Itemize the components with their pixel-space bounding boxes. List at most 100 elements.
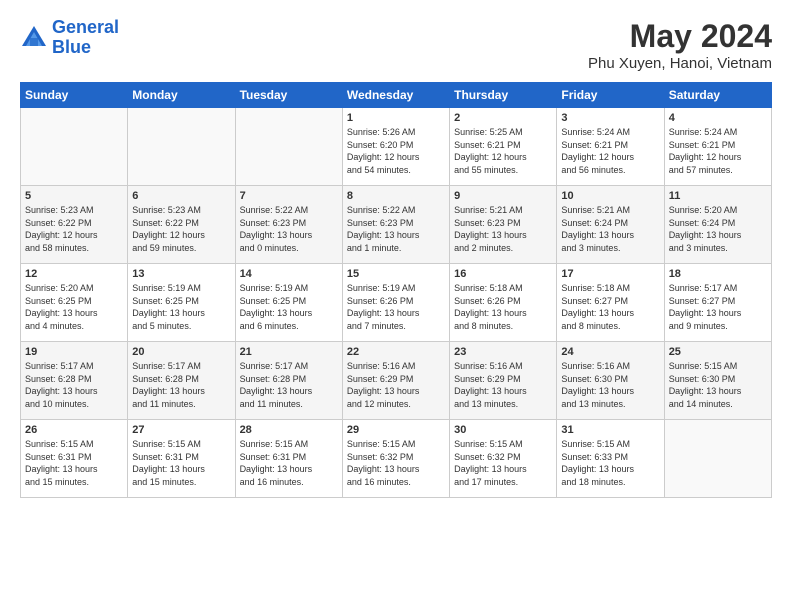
day-number: 4 [669,112,767,124]
calendar-cell: 6 Sunrise: 5:23 AM Sunset: 6:22 PM Daylig… [128,186,235,264]
day-info: Sunrise: 5:18 AM Sunset: 6:26 PM Dayligh… [454,282,552,332]
calendar-cell: 10 Sunrise: 5:21 AM Sunset: 6:24 PM Dayli… [557,186,664,264]
col-header-wednesday: Wednesday [342,83,449,108]
calendar-cell: 15 Sunrise: 5:19 AM Sunset: 6:26 PM Dayli… [342,264,449,342]
day-number: 9 [454,190,552,202]
day-number: 3 [561,112,659,124]
day-info: Sunrise: 5:16 AM Sunset: 6:29 PM Dayligh… [347,360,445,410]
col-header-sunday: Sunday [21,83,128,108]
calendar-cell: 29 Sunrise: 5:15 AM Sunset: 6:32 PM Dayli… [342,420,449,498]
calendar-cell [235,108,342,186]
day-number: 15 [347,268,445,280]
day-info: Sunrise: 5:22 AM Sunset: 6:23 PM Dayligh… [347,204,445,254]
col-header-saturday: Saturday [664,83,771,108]
header: General Blue May 2024 Phu Xuyen, Hanoi, … [20,18,772,72]
day-number: 26 [25,424,123,436]
day-info: Sunrise: 5:24 AM Sunset: 6:21 PM Dayligh… [669,126,767,176]
calendar-table: SundayMondayTuesdayWednesdayThursdayFrid… [20,82,772,498]
day-info: Sunrise: 5:23 AM Sunset: 6:22 PM Dayligh… [25,204,123,254]
week-row-5: 26 Sunrise: 5:15 AM Sunset: 6:31 PM Dayli… [21,420,772,498]
col-header-friday: Friday [557,83,664,108]
day-number: 21 [240,346,338,358]
day-info: Sunrise: 5:15 AM Sunset: 6:32 PM Dayligh… [454,438,552,488]
calendar-cell: 22 Sunrise: 5:16 AM Sunset: 6:29 PM Dayli… [342,342,449,420]
day-info: Sunrise: 5:23 AM Sunset: 6:22 PM Dayligh… [132,204,230,254]
day-info: Sunrise: 5:18 AM Sunset: 6:27 PM Dayligh… [561,282,659,332]
day-number: 10 [561,190,659,202]
logo-icon [20,24,48,52]
day-info: Sunrise: 5:26 AM Sunset: 6:20 PM Dayligh… [347,126,445,176]
header-row: SundayMondayTuesdayWednesdayThursdayFrid… [21,83,772,108]
page: General Blue May 2024 Phu Xuyen, Hanoi, … [0,0,792,612]
day-info: Sunrise: 5:19 AM Sunset: 6:25 PM Dayligh… [240,282,338,332]
day-info: Sunrise: 5:21 AM Sunset: 6:23 PM Dayligh… [454,204,552,254]
day-info: Sunrise: 5:19 AM Sunset: 6:25 PM Dayligh… [132,282,230,332]
day-number: 25 [669,346,767,358]
calendar-cell: 18 Sunrise: 5:17 AM Sunset: 6:27 PM Dayli… [664,264,771,342]
day-number: 18 [669,268,767,280]
day-number: 31 [561,424,659,436]
calendar-cell: 7Sunrise: 5:22 AM Sunset: 6:23 PM Daylig… [235,186,342,264]
calendar-cell: 14Sunrise: 5:19 AM Sunset: 6:25 PM Dayli… [235,264,342,342]
day-info: Sunrise: 5:22 AM Sunset: 6:23 PM Dayligh… [240,204,338,254]
day-number: 13 [132,268,230,280]
week-row-4: 19 Sunrise: 5:17 AM Sunset: 6:28 PM Dayli… [21,342,772,420]
day-number: 17 [561,268,659,280]
logo-text: General Blue [52,18,119,58]
day-info: Sunrise: 5:24 AM Sunset: 6:21 PM Dayligh… [561,126,659,176]
day-number: 12 [25,268,123,280]
calendar-cell: 17 Sunrise: 5:18 AM Sunset: 6:27 PM Dayli… [557,264,664,342]
calendar-cell: 26 Sunrise: 5:15 AM Sunset: 6:31 PM Dayli… [21,420,128,498]
day-info: Sunrise: 5:17 AM Sunset: 6:28 PM Dayligh… [240,360,338,410]
day-info: Sunrise: 5:20 AM Sunset: 6:25 PM Dayligh… [25,282,123,332]
calendar-cell [664,420,771,498]
day-info: Sunrise: 5:15 AM Sunset: 6:31 PM Dayligh… [25,438,123,488]
calendar-cell: 25 Sunrise: 5:15 AM Sunset: 6:30 PM Dayli… [664,342,771,420]
calendar-cell [21,108,128,186]
calendar-cell: 5 Sunrise: 5:23 AM Sunset: 6:22 PM Daylig… [21,186,128,264]
day-number: 20 [132,346,230,358]
day-info: Sunrise: 5:25 AM Sunset: 6:21 PM Dayligh… [454,126,552,176]
calendar-cell: 8Sunrise: 5:22 AM Sunset: 6:23 PM Daylig… [342,186,449,264]
day-number: 6 [132,190,230,202]
day-info: Sunrise: 5:17 AM Sunset: 6:28 PM Dayligh… [132,360,230,410]
day-info: Sunrise: 5:21 AM Sunset: 6:24 PM Dayligh… [561,204,659,254]
col-header-tuesday: Tuesday [235,83,342,108]
col-header-thursday: Thursday [450,83,557,108]
title-block: May 2024 Phu Xuyen, Hanoi, Vietnam [588,18,772,72]
week-row-1: 1 Sunrise: 5:26 AM Sunset: 6:20 PM Daylig… [21,108,772,186]
calendar-cell: 1 Sunrise: 5:26 AM Sunset: 6:20 PM Daylig… [342,108,449,186]
logo: General Blue [20,18,119,58]
calendar-cell: 9 Sunrise: 5:21 AM Sunset: 6:23 PM Daylig… [450,186,557,264]
day-info: Sunrise: 5:15 AM Sunset: 6:30 PM Dayligh… [669,360,767,410]
logo-blue: Blue [52,37,91,57]
calendar-cell: 21 Sunrise: 5:17 AM Sunset: 6:28 PM Dayli… [235,342,342,420]
calendar-cell: 31Sunrise: 5:15 AM Sunset: 6:33 PM Dayli… [557,420,664,498]
day-info: Sunrise: 5:15 AM Sunset: 6:32 PM Dayligh… [347,438,445,488]
day-number: 30 [454,424,552,436]
col-header-monday: Monday [128,83,235,108]
day-number: 2 [454,112,552,124]
calendar-cell: 4 Sunrise: 5:24 AM Sunset: 6:21 PM Daylig… [664,108,771,186]
main-title: May 2024 [588,18,772,55]
week-row-2: 5 Sunrise: 5:23 AM Sunset: 6:22 PM Daylig… [21,186,772,264]
day-number: 29 [347,424,445,436]
subtitle: Phu Xuyen, Hanoi, Vietnam [588,55,772,72]
day-number: 28 [240,424,338,436]
calendar-cell: 11Sunrise: 5:20 AM Sunset: 6:24 PM Dayli… [664,186,771,264]
day-number: 24 [561,346,659,358]
calendar-cell: 19Sunrise: 5:17 AM Sunset: 6:28 PM Dayli… [21,342,128,420]
day-info: Sunrise: 5:15 AM Sunset: 6:31 PM Dayligh… [132,438,230,488]
calendar-cell: 23Sunrise: 5:16 AM Sunset: 6:29 PM Dayli… [450,342,557,420]
day-number: 22 [347,346,445,358]
day-number: 5 [25,190,123,202]
day-number: 16 [454,268,552,280]
day-number: 19 [25,346,123,358]
day-number: 1 [347,112,445,124]
calendar-cell: 16 Sunrise: 5:18 AM Sunset: 6:26 PM Dayli… [450,264,557,342]
day-info: Sunrise: 5:15 AM Sunset: 6:31 PM Dayligh… [240,438,338,488]
day-info: Sunrise: 5:19 AM Sunset: 6:26 PM Dayligh… [347,282,445,332]
day-info: Sunrise: 5:17 AM Sunset: 6:27 PM Dayligh… [669,282,767,332]
day-info: Sunrise: 5:16 AM Sunset: 6:30 PM Dayligh… [561,360,659,410]
calendar-cell: 3 Sunrise: 5:24 AM Sunset: 6:21 PM Daylig… [557,108,664,186]
